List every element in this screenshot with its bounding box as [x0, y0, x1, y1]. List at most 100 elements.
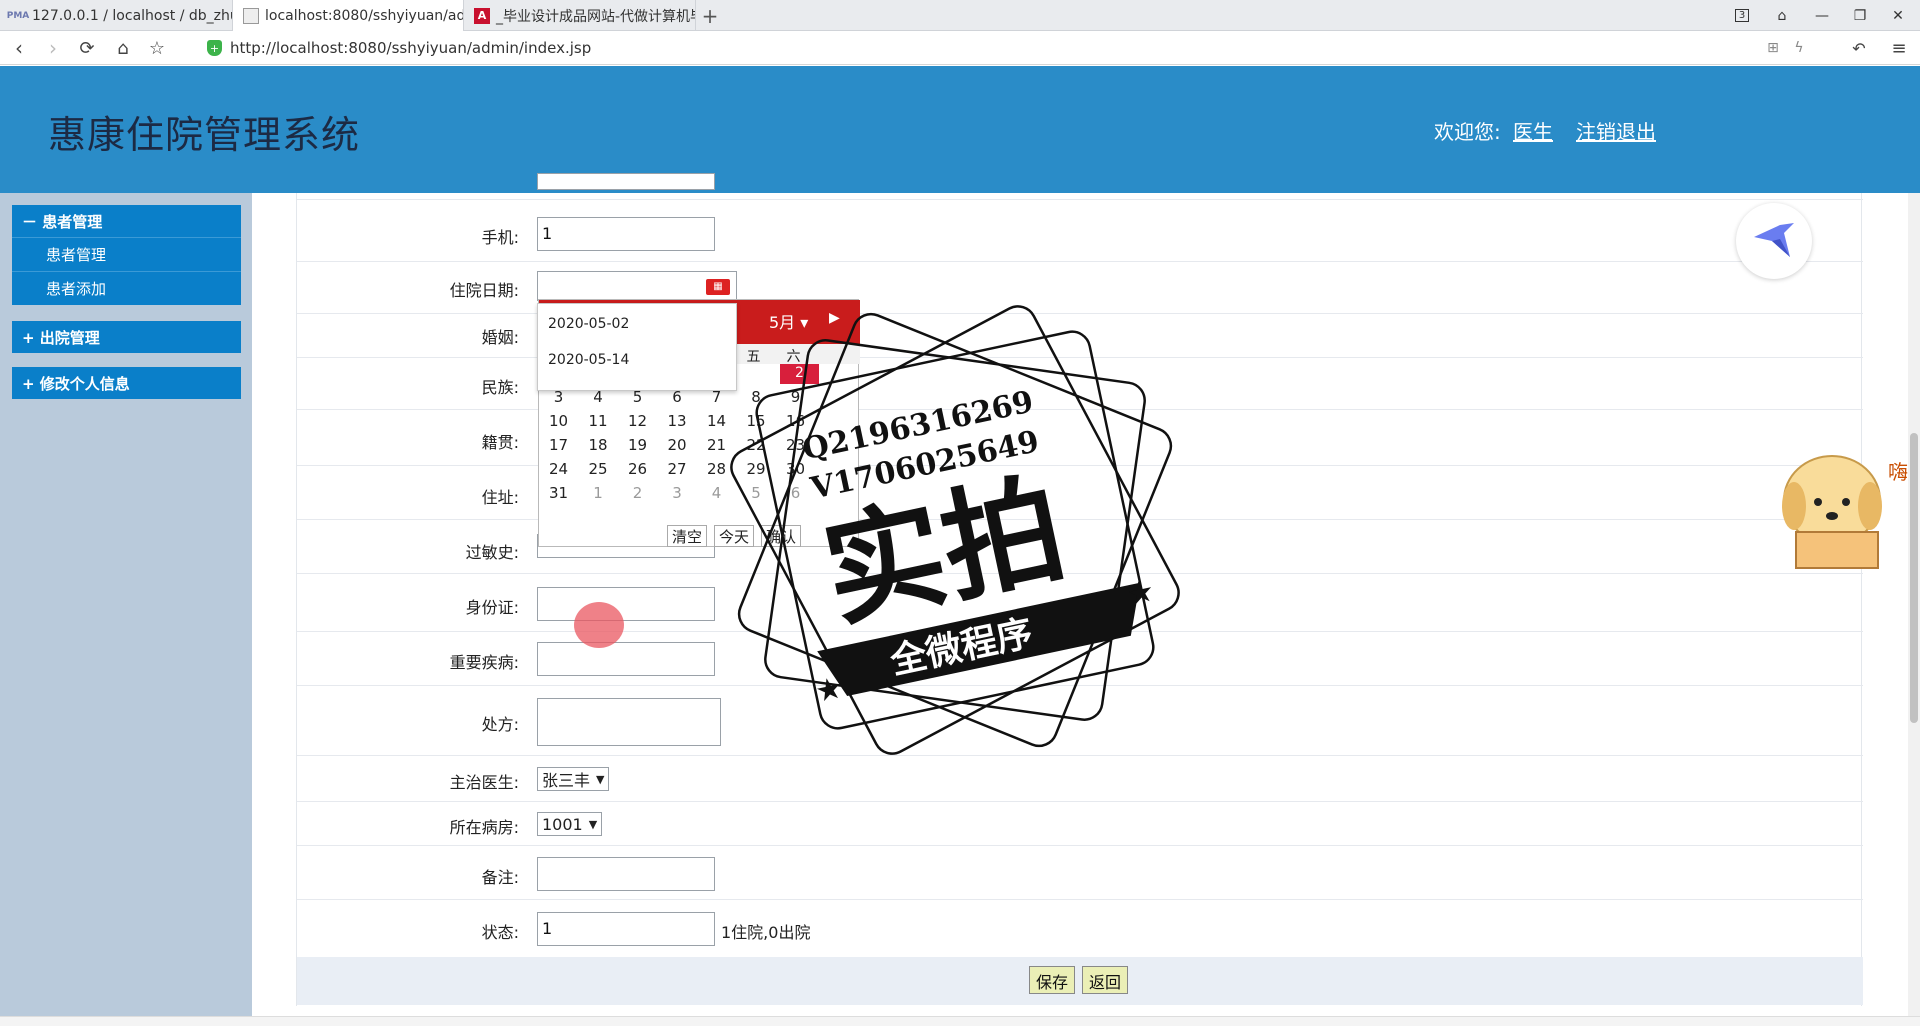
day-cell[interactable]: 18 — [579, 436, 618, 454]
day-cell[interactable]: 12 — [618, 412, 657, 430]
forward-icon[interactable]: › — [40, 35, 66, 61]
prescription-textarea[interactable] — [537, 698, 721, 746]
back-button[interactable]: 返回 — [1082, 966, 1129, 994]
day-cell[interactable]: 20 — [658, 436, 697, 454]
row-divider — [297, 801, 1863, 802]
day-cell[interactable]: 19 — [618, 436, 657, 454]
menu-group-discharge[interactable]: + 出院管理 — [12, 321, 241, 353]
logout-link[interactable]: 注销退出 — [1576, 116, 1656, 145]
status-label: 状态: — [481, 923, 519, 942]
day-cell[interactable]: 26 — [618, 460, 657, 478]
suggestion-item[interactable]: 2020-05-02 — [548, 316, 629, 332]
app-header: 惠康住院管理系统 欢迎您: 医生 注销退出 — [0, 66, 1920, 193]
major-disease-label: 重要疾病: — [449, 653, 519, 672]
browser-tab-graduation[interactable]: A _毕业设计成品网站-代做计算机毕 — [464, 0, 696, 31]
lightning-icon[interactable]: ϟ — [1786, 35, 1812, 61]
address-bar: ‹ › ⟳ ⌂ ☆ + http://localhost:8080/sshyiy… — [0, 31, 1920, 65]
url-field[interactable]: http://localhost:8080/sshyiyuan/admin/in… — [230, 39, 591, 57]
browser-tab-admin[interactable]: localhost:8080/sshyiyuan/adm ✕ — [233, 0, 464, 31]
ward-select[interactable]: 1001 ▼ — [537, 812, 603, 836]
page-scrollbar[interactable] — [1908, 193, 1920, 1016]
menu-item-patient-add[interactable]: 患者添加 — [12, 271, 241, 305]
native-place-label: 籍贯: — [481, 433, 519, 452]
undo-icon[interactable]: ↶ — [1846, 35, 1872, 61]
status-input[interactable]: 1 — [537, 912, 715, 946]
star-icon: ★ — [1124, 573, 1158, 613]
calendar-icon[interactable]: ▦ — [706, 279, 730, 295]
watermark-stamp: Q2196316269 V1706025649 实拍 全微程序 ★ ★ — [730, 305, 1180, 755]
menu-icon[interactable]: ≡ — [1886, 35, 1912, 61]
row-divider — [297, 845, 1863, 846]
day-cell[interactable]: 10 — [539, 412, 578, 430]
bird-assistant-icon[interactable] — [1736, 203, 1812, 279]
save-button[interactable]: 保存 — [1029, 966, 1076, 994]
site-icon: A — [474, 7, 490, 24]
new-tab-button[interactable]: + — [696, 0, 724, 31]
tab-label: _毕业设计成品网站-代做计算机毕 — [496, 8, 696, 25]
menu-group-patient[interactable]: － 患者管理 — [12, 205, 241, 237]
home-icon[interactable]: ⌂ — [110, 35, 136, 61]
cursor-highlight — [574, 602, 624, 648]
admission-date-label: 住院日期: — [449, 281, 519, 300]
prescription-label: 处方: — [481, 715, 519, 734]
form-footer: 保存 返回 — [297, 957, 1863, 1005]
restore-icon[interactable]: ❐ — [1842, 0, 1878, 31]
day-cell[interactable]: 27 — [658, 460, 697, 478]
tab-label: 127.0.0.1 / localhost / db_zhuy — [32, 7, 233, 24]
day-cell[interactable]: 24 — [539, 460, 578, 478]
browser-tab-phpmyadmin[interactable]: PMA 127.0.0.1 / localhost / db_zhuy — [0, 0, 233, 31]
close-window-icon[interactable]: ✕ — [1880, 0, 1916, 31]
remark-label: 备注: — [481, 868, 519, 887]
prev-field-input[interactable] — [537, 173, 715, 190]
clear-button[interactable]: 清空 — [667, 525, 708, 547]
address-label: 住址: — [481, 488, 519, 507]
minimize-icon[interactable]: — — [1804, 0, 1840, 31]
current-user-link[interactable]: 医生 — [1513, 116, 1553, 145]
shield-icon: + — [207, 40, 222, 56]
row-divider — [297, 199, 1863, 200]
doctor-select-value: 张三丰 — [542, 771, 591, 790]
status-hint: 1住院,0出院 — [721, 923, 811, 942]
back-icon[interactable]: ‹ — [6, 35, 32, 61]
status-bar — [0, 1016, 1920, 1026]
day-cell[interactable]: 11 — [579, 412, 618, 430]
phone-label: 手机: — [481, 228, 519, 247]
id-card-input[interactable] — [537, 587, 715, 621]
day-cell[interactable]: 13 — [658, 412, 697, 430]
phone-input[interactable]: 1 — [537, 217, 715, 251]
phpmyadmin-icon: PMA — [6, 10, 30, 21]
doctor-select[interactable]: 张三丰 ▼ — [537, 767, 610, 791]
suggestion-item[interactable]: 2020-05-14 — [548, 352, 629, 368]
ward-label: 所在病房: — [449, 818, 519, 837]
major-disease-input[interactable] — [537, 642, 715, 676]
browser-tab-bar: PMA 127.0.0.1 / localhost / db_zhuy loca… — [0, 0, 1920, 31]
menu-group-profile[interactable]: + 修改个人信息 — [12, 367, 241, 399]
day-cell[interactable]: 3 — [658, 484, 697, 502]
chevron-down-icon: ▼ — [596, 772, 605, 786]
day-cell[interactable]: 17 — [539, 436, 578, 454]
day-cell[interactable]: 2 — [618, 484, 657, 502]
reload-icon[interactable]: ⟳ — [74, 35, 100, 61]
star-icon[interactable]: ☆ — [144, 35, 170, 61]
tab-count-badge[interactable]: 3 — [1724, 0, 1760, 31]
remark-input[interactable] — [537, 857, 715, 891]
marriage-label: 婚姻: — [481, 328, 519, 347]
day-cell[interactable]: 31 — [539, 484, 578, 502]
menu-item-patient-manage[interactable]: 患者管理 — [12, 237, 241, 271]
scrollbar-thumb[interactable] — [1910, 433, 1918, 723]
date-suggestion-list: 2020-05-02 2020-05-14 — [537, 303, 737, 391]
id-card-label: 身份证: — [465, 598, 519, 617]
app-title: 惠康住院管理系统 — [48, 113, 361, 157]
page-icon — [243, 7, 259, 24]
chevron-down-icon: ▼ — [588, 817, 598, 831]
day-cell[interactable]: 25 — [579, 460, 618, 478]
doctor-label: 主治医生: — [449, 773, 519, 792]
ethnicity-label: 民族: — [481, 378, 519, 397]
day-cell[interactable]: 1 — [579, 484, 618, 502]
tab-label: localhost:8080/sshyiyuan/adm — [265, 7, 464, 24]
allergy-label: 过敏史: — [465, 543, 519, 562]
grid-icon[interactable]: ⊞ — [1760, 35, 1786, 61]
shirt-icon[interactable]: ⌂ — [1764, 0, 1800, 31]
dog-mascot-icon[interactable] — [1774, 440, 1894, 580]
welcome-text: 欢迎您: — [1434, 120, 1501, 144]
